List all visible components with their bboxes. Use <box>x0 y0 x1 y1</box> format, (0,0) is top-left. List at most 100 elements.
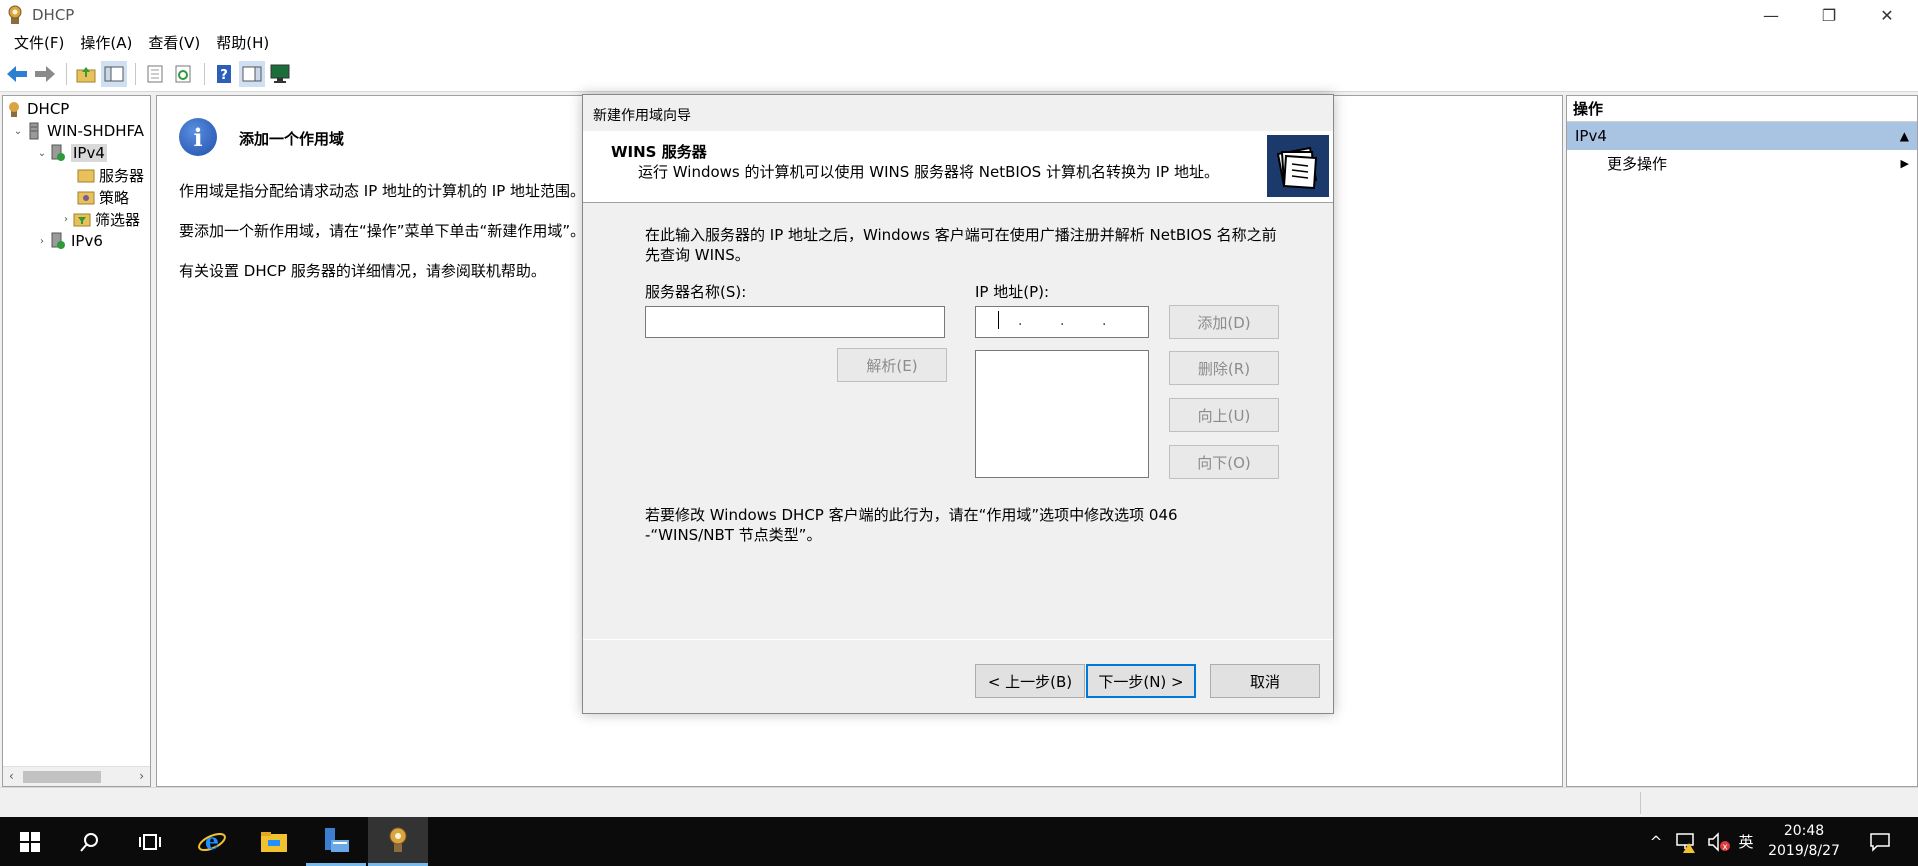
svg-text:?: ? <box>220 68 228 83</box>
actions-header: 操作 <box>1567 96 1917 122</box>
tree-label: DHCP <box>27 100 70 118</box>
search-icon <box>80 832 98 852</box>
page-title: 添加一个作用域 <box>239 130 345 148</box>
restore-button[interactable]: ❐ <box>1800 0 1858 30</box>
refresh-button[interactable] <box>170 61 196 87</box>
scroll-right-icon[interactable]: › <box>139 769 144 783</box>
wins-server-list[interactable] <box>975 350 1149 478</box>
server-icon <box>29 122 39 140</box>
actions-section-ipv4[interactable]: IPv4 ▲ <box>1567 122 1917 150</box>
cancel-button[interactable]: 取消 <box>1210 664 1320 698</box>
expand-arrow-icon[interactable]: › <box>35 236 49 247</box>
tree-item-dhcp[interactable]: DHCP <box>5 98 69 120</box>
input-method-indicator[interactable]: 英 <box>1734 817 1758 866</box>
toolbar-separator <box>66 62 67 85</box>
wizard-note: 若要修改 Windows DHCP 客户端的此行为，请在“作用域”选项中修改选项… <box>645 506 1178 544</box>
ip-address-label: IP 地址(P): <box>975 283 1050 301</box>
menu-file[interactable]: 文件(F) <box>6 30 72 56</box>
wizard-subheading: 运行 Windows 的计算机可以使用 WINS 服务器将 NetBIOS 计算… <box>638 163 1219 181</box>
menu-help[interactable]: 帮助(H) <box>208 30 277 56</box>
volume-button[interactable]: x <box>1704 817 1734 866</box>
monitor-button[interactable] <box>267 61 293 87</box>
back-button[interactable] <box>4 61 30 87</box>
info-icon: i <box>179 118 217 156</box>
collapse-arrow-icon[interactable]: ⌄ <box>11 126 25 137</box>
wizard-heading: WINS 服务器 <box>611 143 707 161</box>
tree-item-filters[interactable]: › 筛选器 <box>59 208 140 230</box>
add-button[interactable]: 添加(D) <box>1169 305 1279 339</box>
forward-button[interactable] <box>32 61 58 87</box>
scroll-thumb[interactable] <box>23 771 101 783</box>
actions-pane: 操作 IPv4 ▲ 更多操作 ▶ <box>1566 95 1918 787</box>
server-name-input[interactable] <box>645 306 945 338</box>
ip-address-input[interactable]: . . . <box>975 306 1149 338</box>
resolve-button[interactable]: 解析(E) <box>837 348 947 382</box>
console-tree: DHCP ⌄ WIN-SHDHFA ⌄ IPv4 服务器 策略 › 筛选器 › … <box>2 95 151 787</box>
tree-item-ipv4[interactable]: ⌄ IPv4 <box>35 142 107 164</box>
tree-item-server[interactable]: ⌄ WIN-SHDHFA <box>11 120 144 142</box>
more-actions-label: 更多操作 <box>1607 155 1668 173</box>
next-step-button[interactable]: 下一步(N) > <box>1086 664 1196 698</box>
back-step-button[interactable]: < 上一步(B) <box>975 664 1085 698</box>
action-pane-button[interactable] <box>239 60 265 87</box>
close-button[interactable]: ✕ <box>1858 0 1916 30</box>
help-line: 有关设置 DHCP 服务器的详细情况，请参阅联机帮助。 <box>179 262 546 280</box>
tree-item-policies[interactable]: 策略 <box>77 186 129 208</box>
up-folder-button[interactable] <box>73 61 99 87</box>
tree-horizontal-scrollbar[interactable]: ‹ › <box>3 766 150 786</box>
file-explorer-icon <box>261 831 287 852</box>
tree-label: IPv4 <box>71 144 107 162</box>
tree-item-address-pool[interactable]: 服务器 <box>77 164 144 186</box>
search-button[interactable] <box>60 817 120 866</box>
dialog-title: 新建作用域向导 <box>593 108 691 124</box>
toolbar-separator <box>204 62 205 85</box>
server-manager-button[interactable] <box>306 817 366 866</box>
properties-button[interactable] <box>142 61 168 87</box>
back-icon <box>7 65 27 82</box>
menu-view[interactable]: 查看(V) <box>140 30 208 56</box>
actions-section-label: IPv4 <box>1575 127 1607 145</box>
task-view-button[interactable] <box>120 817 180 866</box>
ip-separator: . <box>1018 313 1023 329</box>
show-hide-tree-button[interactable] <box>101 60 127 87</box>
title-bar: DHCP — ❐ ✕ <box>0 0 1918 30</box>
status-divider <box>1640 792 1641 814</box>
notification-center-button[interactable] <box>1862 817 1898 866</box>
more-actions[interactable]: 更多操作 ▶ <box>1567 150 1917 178</box>
notification-icon <box>1870 832 1890 852</box>
collapse-up-icon[interactable]: ▲ <box>1900 122 1909 150</box>
start-button[interactable] <box>0 817 60 866</box>
move-up-button[interactable]: 向上(U) <box>1169 398 1279 432</box>
submenu-arrow-icon: ▶ <box>1900 157 1909 170</box>
tree-label: 服务器 <box>99 166 145 185</box>
forward-icon <box>35 65 55 82</box>
menu-action[interactable]: 操作(A) <box>72 30 140 56</box>
scroll-left-icon[interactable]: ‹ <box>9 769 14 783</box>
ipv4-icon <box>51 144 65 161</box>
dhcp-taskbar-button[interactable] <box>368 817 428 866</box>
dhcp-app-icon <box>8 5 22 24</box>
network-button[interactable] <box>1672 817 1702 866</box>
server-manager-icon <box>325 828 349 852</box>
filter-icon <box>73 213 91 227</box>
tree-item-ipv6[interactable]: › IPv6 <box>35 230 103 252</box>
up-folder-icon <box>76 66 96 82</box>
properties-icon <box>147 65 163 82</box>
expand-arrow-icon[interactable]: › <box>59 214 73 225</box>
description-line: 作用域是指分配给请求动态 IP 地址的计算机的 IP 地址范围。你 <box>179 182 601 200</box>
dhcp-app-icon <box>389 827 407 852</box>
dialog-separator <box>583 639 1333 640</box>
show-hidden-icons-button[interactable]: ^ <box>1644 817 1668 866</box>
help-button[interactable]: ? <box>211 61 237 87</box>
text-caret <box>998 311 999 329</box>
minimize-button[interactable]: — <box>1742 0 1800 30</box>
internet-explorer-button[interactable]: e <box>182 817 242 866</box>
restore-icon: ❐ <box>1821 5 1837 25</box>
menu-bar: 文件(F) 操作(A) 查看(V) 帮助(H) <box>0 30 1918 56</box>
remove-button[interactable]: 删除(R) <box>1169 351 1279 385</box>
collapse-arrow-icon[interactable]: ⌄ <box>35 148 49 159</box>
system-clock[interactable]: 20:48 2019/8/27 <box>1756 821 1852 861</box>
file-explorer-button[interactable] <box>244 817 304 866</box>
move-down-button[interactable]: 向下(O) <box>1169 445 1279 479</box>
taskbar: e ^ x 英 20:48 2019/8/27 <box>0 817 1918 866</box>
